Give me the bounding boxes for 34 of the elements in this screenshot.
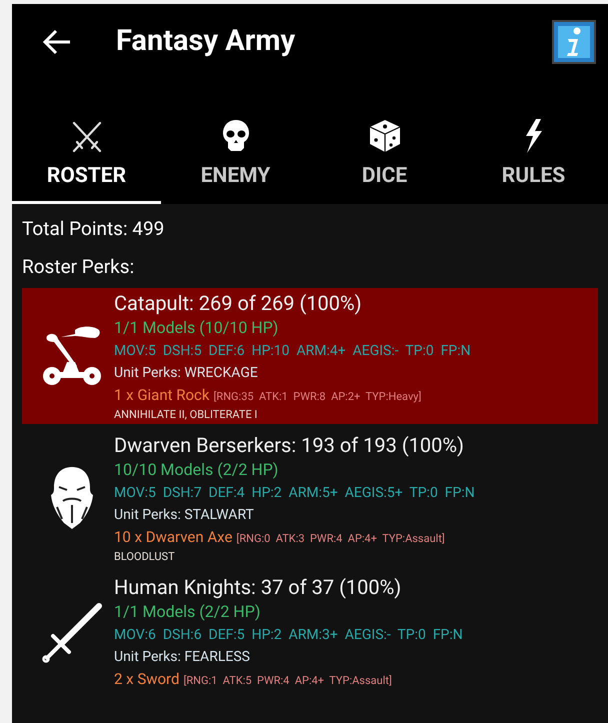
- catapult-icon: [41, 324, 103, 388]
- nav-tab[interactable]: DICE: [310, 80, 459, 204]
- unit-perks: Unit Perks: FEARLESS: [114, 648, 251, 667]
- weapon-stats: [RNG:35 ATK:1 PWR:8 AP:2+ TYP:Heavy]: [214, 389, 422, 405]
- unit-perks: Unit Perks: WRECKAGE: [114, 364, 259, 383]
- weapon-rules: ANNIHILATE II, OBLITERATE I: [114, 408, 258, 422]
- weapon-stats: [RNG:0 ATK:3 PWR:4 AP:4+ TYP:Assault]: [236, 531, 445, 547]
- models-count: 1/1 Models (2/2 HP): [114, 601, 262, 623]
- unit-perks: Unit Perks: STALWART: [114, 506, 255, 525]
- back-arrow-icon[interactable]: [42, 29, 72, 55]
- unit-stats: MOV:5 DSH:7 DEF:4 HP:2 ARM:5+ AEGIS:5+ TP:0 FP:N: [114, 484, 475, 503]
- weapon-rules: BLOODLUST: [114, 550, 176, 564]
- total-points-label: Total Points: 499: [22, 216, 166, 242]
- sword-icon: [41, 602, 103, 664]
- unit-title: Human Knights: 37 of 37 (100%): [114, 574, 402, 600]
- unit-stats: MOV:6 DSH:6 DEF:5 HP:2 ARM:3+ AEGIS:- TP:0 FP:N: [114, 626, 463, 645]
- info-icon[interactable]: [552, 20, 596, 64]
- models-count: 10/10 Models (2/2 HP): [114, 459, 280, 481]
- unit-title: Catapult: 269 of 269 (100%): [114, 290, 363, 316]
- unit-card[interactable]: Human Knights: 37 of 37 (100%) 1/1 Models (2/2 HP) MOV:6 DSH:6 DEF:5 HP:2 ARM:3+ AEGIS:- TP:0 FP:N Unit Perks: FEARLESS 2 x Sword [RNG:1 ATK:5 PWR:4 AP:4+ TYP:Assault]: [22, 572, 598, 694]
- weapon-name: 10 x Dwarven Axe: [114, 527, 232, 548]
- weapon-name: 1 x Giant Rock: [114, 385, 210, 406]
- unit-card[interactable]: Dwarven Berserkers: 193 of 193 (100%) 10/10 Models (2/2 HP) MOV:5 DSH:7 DEF:4 HP:2 ARM:5+ AEGIS:5+ TP:0 FP:N Unit Perks: STALWART 10 x Dwarven Axe [RNG:0 ATK:3 PWR:4 AP:4+ TYP:Assault] BLOODLUST: [22, 430, 598, 566]
- app-title: Fantasy Army: [116, 23, 296, 60]
- nav-tab[interactable]: RULES: [459, 80, 608, 204]
- unit-stats: MOV:5 DSH:5 DEF:6 HP:10 ARM:4+ AEGIS:- TP:0 FP:N: [114, 342, 471, 361]
- weapon-name: 2 x Sword: [114, 669, 180, 690]
- weapon-stats: [RNG:1 ATK:5 PWR:4 AP:4+ TYP:Assault]: [183, 673, 392, 689]
- unit-card[interactable]: Catapult: 269 of 269 (100%) 1/1 Models (10/10 HP) MOV:5 DSH:5 DEF:6 HP:10 ARM:4+ AEGIS:- TP:0 FP:N Unit Perks: WRECKAGE 1 x Giant Rock [RNG:35 ATK:1 PWR:8 AP:2+ TYP:Heavy] ANNIHILATE II, OBLITERATE I: [22, 288, 598, 424]
- unit-title: Dwarven Berserkers: 193 of 193 (100%): [114, 432, 466, 458]
- models-count: 1/1 Models (10/10 HP): [114, 317, 280, 339]
- roster-perks-label: Roster Perks:: [22, 254, 136, 280]
- nav-tab[interactable]: ENEMY: [161, 80, 310, 204]
- nav-tab[interactable]: ROSTER: [12, 80, 161, 204]
